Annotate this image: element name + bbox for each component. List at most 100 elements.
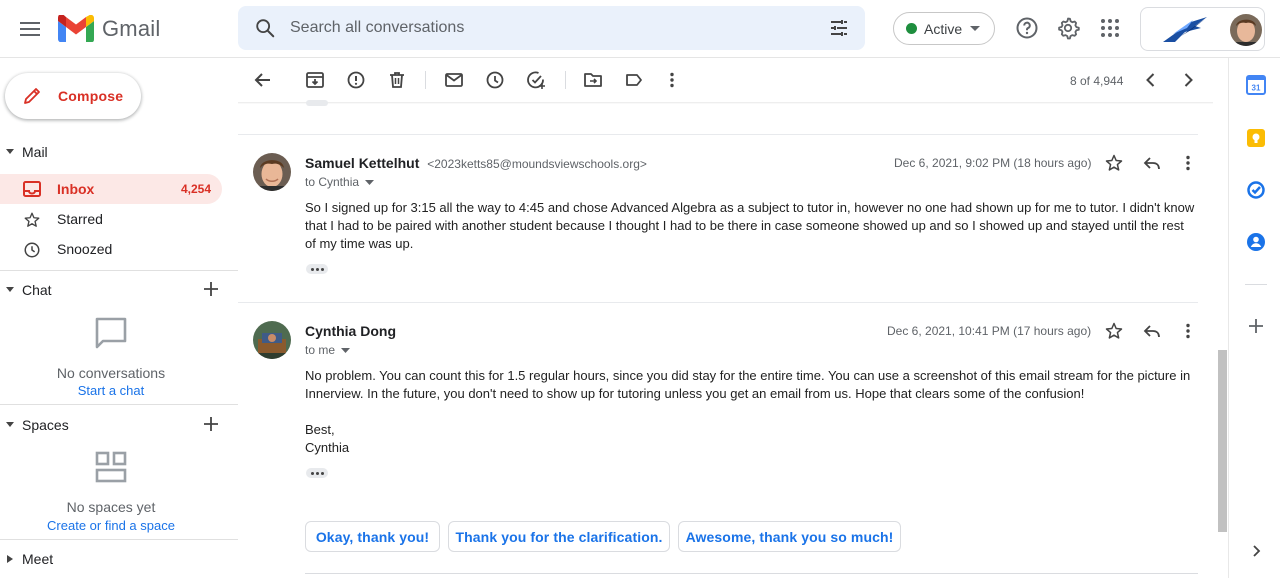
report-spam-icon[interactable] xyxy=(346,70,366,90)
move-to-icon[interactable] xyxy=(583,70,603,90)
keep-icon[interactable] xyxy=(1246,128,1266,148)
search-icon[interactable] xyxy=(254,17,276,39)
organization-logo xyxy=(1163,17,1207,42)
search-bar[interactable] xyxy=(238,6,865,50)
section-divider xyxy=(0,270,238,271)
toolbar-divider xyxy=(565,71,566,89)
meet-section-header[interactable]: Meet xyxy=(0,547,238,571)
recipient-line[interactable]: to me xyxy=(305,343,351,357)
search-input[interactable] xyxy=(290,6,790,50)
star-icon[interactable] xyxy=(1104,153,1124,173)
sender-name: Cynthia Dong xyxy=(305,323,396,339)
unread-count-badge: 4,254 xyxy=(180,182,211,196)
smart-reply-chip[interactable]: Okay, thank you! xyxy=(305,521,440,552)
message-body: No problem. You can count this for 1.5 r… xyxy=(305,368,1191,401)
more-vertical-icon[interactable] xyxy=(1178,321,1198,341)
spaces-section-title: Spaces xyxy=(22,417,69,433)
message-sender: Cynthia Dong xyxy=(305,323,396,339)
status-label: Active xyxy=(924,20,963,37)
caret-down-icon xyxy=(6,422,14,427)
contacts-icon[interactable] xyxy=(1246,232,1266,252)
newer-chevron-left-icon[interactable] xyxy=(1141,70,1161,90)
message-body: So I signed up for 3:15 all the way to 4… xyxy=(305,200,1195,251)
tune-icon[interactable] xyxy=(829,18,849,38)
settings-icon[interactable] xyxy=(1056,16,1080,40)
more-icon[interactable] xyxy=(662,70,682,90)
calendar-icon[interactable]: 31 xyxy=(1246,75,1266,95)
toolbar-divider xyxy=(425,71,426,89)
older-chevron-right-icon[interactable] xyxy=(1178,70,1198,90)
account-switcher[interactable] xyxy=(1140,7,1265,51)
spaces-empty-text: No spaces yet xyxy=(66,499,156,515)
main-menu-button[interactable] xyxy=(14,13,46,45)
app-name: Gmail xyxy=(102,15,161,41)
reply-icon[interactable] xyxy=(1142,153,1162,173)
help-icon[interactable] xyxy=(1015,16,1039,40)
sender-name: Samuel Kettelhut xyxy=(305,155,420,171)
spaces-section-header[interactable]: Spaces xyxy=(0,413,238,437)
apps-icon[interactable] xyxy=(1098,16,1122,40)
section-divider xyxy=(0,539,238,540)
sidebar-item-inbox[interactable]: Inbox 4,254 xyxy=(0,174,222,204)
gmail-m-icon xyxy=(58,15,94,42)
scrollbar-thumb[interactable] xyxy=(1218,350,1227,532)
delete-icon[interactable] xyxy=(387,70,407,90)
add-chat-icon[interactable] xyxy=(202,280,220,298)
back-icon[interactable] xyxy=(253,70,273,90)
recipient-line[interactable]: to Cynthia xyxy=(305,175,375,189)
reply-icon[interactable] xyxy=(1142,321,1162,341)
side-panel-divider xyxy=(1245,284,1267,285)
label-icon[interactable] xyxy=(624,70,644,90)
chat-section-header[interactable]: Chat xyxy=(0,278,238,302)
add-addon-icon[interactable] xyxy=(1246,316,1266,336)
sender-avatar[interactable] xyxy=(253,153,291,191)
collapsed-messages-indicator[interactable] xyxy=(306,100,328,106)
show-trimmed-content-button[interactable] xyxy=(306,264,328,274)
sidebar-item-snoozed[interactable]: Snoozed xyxy=(0,234,222,264)
mail-section-title: Mail xyxy=(22,144,48,160)
mail-section-header[interactable]: Mail xyxy=(0,140,238,164)
calendar-day-label: 31 xyxy=(1252,84,1261,93)
caret-down-icon xyxy=(6,149,14,154)
show-trimmed-content-button[interactable] xyxy=(306,468,328,478)
account-avatar[interactable] xyxy=(1230,14,1262,46)
mark-unread-icon[interactable] xyxy=(444,70,464,90)
smart-reply-chip[interactable]: Thank you for the clarification. xyxy=(448,521,670,552)
tasks-icon[interactable] xyxy=(1246,180,1266,200)
smart-reply-chip[interactable]: Awesome, thank you so much! xyxy=(678,521,901,552)
create-space-link[interactable]: Create or find a space xyxy=(0,518,222,533)
sidebar-item-label: Snoozed xyxy=(57,241,113,257)
left-navigation: Compose Mail Inbox 4,254 Starred Snoozed… xyxy=(0,58,238,578)
recipient-text: to me xyxy=(305,343,336,357)
status-dropdown[interactable]: Active xyxy=(893,12,995,45)
message-divider xyxy=(238,134,1198,135)
start-chat-link[interactable]: Start a chat xyxy=(0,383,222,398)
gmail-logo[interactable]: Gmail xyxy=(58,15,160,42)
sender-avatar[interactable] xyxy=(253,321,291,359)
star-icon[interactable] xyxy=(1104,321,1124,341)
clock-icon xyxy=(24,242,40,258)
chevron-down-icon xyxy=(365,179,375,185)
add-to-tasks-icon[interactable] xyxy=(526,70,546,90)
spaces-grid-icon xyxy=(95,451,127,483)
archive-icon[interactable] xyxy=(305,70,325,90)
compose-button[interactable]: Compose xyxy=(5,73,141,119)
inbox-icon xyxy=(23,181,41,197)
sidebar-item-starred[interactable]: Starred xyxy=(0,204,222,234)
menu-icon xyxy=(20,22,40,36)
add-space-icon[interactable] xyxy=(202,415,220,433)
caret-right-icon xyxy=(7,555,13,563)
snooze-icon[interactable] xyxy=(485,70,505,90)
toolbar-shadow xyxy=(238,102,1213,104)
expand-panel-icon[interactable] xyxy=(1246,541,1266,561)
message-date: Dec 6, 2021, 10:41 PM (17 hours ago) xyxy=(887,324,1092,338)
message-signature: Cynthia xyxy=(305,440,350,455)
chat-empty-text: No conversations xyxy=(56,365,166,381)
more-vertical-icon[interactable] xyxy=(1178,153,1198,173)
compose-label: Compose xyxy=(58,88,124,104)
side-panel: 31 xyxy=(1228,58,1280,578)
caret-down-icon xyxy=(6,287,14,292)
sender-email: <2023ketts85@moundsviewschools.org> xyxy=(427,157,647,171)
message-closing: Best, xyxy=(305,422,335,437)
message-sender: Samuel Kettelhut <2023ketts85@moundsview… xyxy=(305,155,647,171)
